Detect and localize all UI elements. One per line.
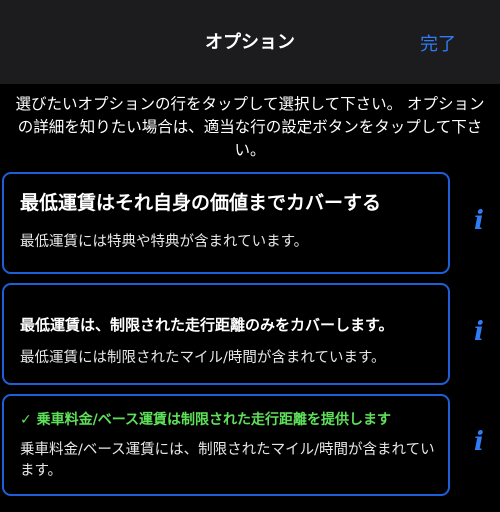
- option-row-full-value[interactable]: 最低運賃はそれ自身の価値までカバーする 最低運賃には特典や特典が含まれています。: [2, 172, 450, 274]
- checkmark-icon: ✓: [20, 412, 32, 428]
- instructions-text: 選びたいオプションの行をタップして選択して下さい。 オプションの詳細を知りたい場…: [15, 95, 485, 159]
- option-title-text: 乗車料金/ベース運賃は制限された走行距離を提供します: [36, 412, 392, 428]
- navigation-bar: オプション 完了: [0, 0, 500, 84]
- option-title: 最低運賃はそれ自身の価値までカバーする: [20, 192, 382, 214]
- option-row-base-fare-selected[interactable]: ✓ 乗車料金/ベース運賃は制限された走行距離を提供します 乗車料金/ベース運賃に…: [2, 394, 450, 496]
- done-button[interactable]: 完了: [420, 30, 456, 56]
- info-icon[interactable]: i: [466, 427, 492, 457]
- option-description: 最低運賃には制限されたマイル/時間が含まれています。: [20, 350, 386, 366]
- option-row-limited-mileage[interactable]: 最低運賃は、制限された走行距離のみをカバーします。 最低運賃には制限されたマイル…: [2, 283, 450, 385]
- option-description: 乗車料金/ベース運賃には、制限されたマイル/時間が含まれています。: [20, 442, 435, 479]
- option-title: 最低運賃は、制限された走行距離のみをカバーします。: [20, 316, 394, 334]
- option-title-selected: ✓ 乗車料金/ベース運賃は制限された走行距離を提供します: [20, 409, 438, 429]
- info-icon[interactable]: i: [466, 317, 492, 347]
- info-icon[interactable]: i: [466, 206, 492, 236]
- option-description: 最低運賃には特典や特典が含まれています。: [20, 234, 309, 250]
